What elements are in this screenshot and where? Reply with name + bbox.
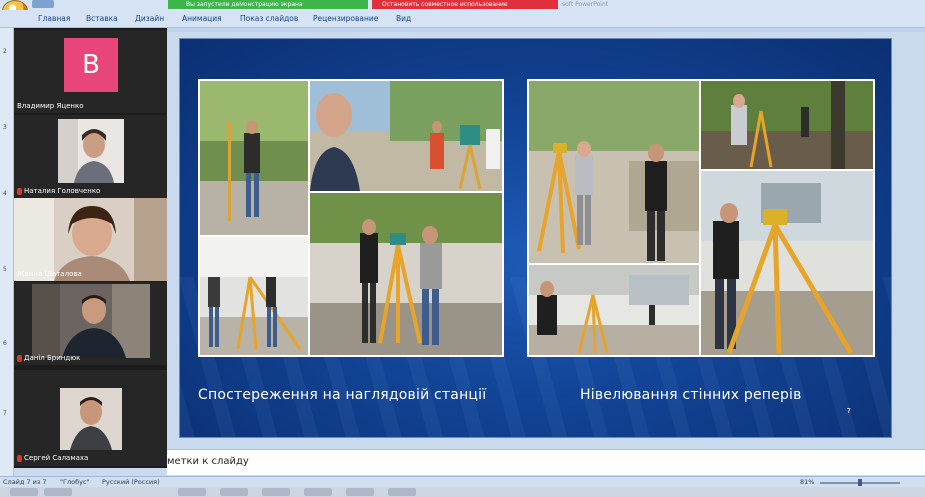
taskbar-button[interactable] (44, 488, 72, 496)
thumb-number: 6 (3, 340, 7, 347)
participant-name-text: Сергей Саламаха (24, 454, 89, 462)
video-call-panel: В Владимир Яценко Наталия Головченко Жан… (14, 28, 167, 468)
photo (529, 265, 699, 355)
thumb-number: 3 (3, 124, 7, 131)
participant-name-text: Владимир Яценко (17, 102, 84, 110)
tab-review[interactable]: Рецензирование (313, 14, 378, 23)
photo (529, 81, 699, 263)
participant-name-text: Даніл Бриндюк (24, 354, 81, 362)
quick-access-toolbar[interactable] (32, 0, 54, 8)
mic-muted-icon (17, 454, 22, 462)
stop-sharing-label: Остановить совместное использование (382, 1, 508, 8)
taskbar-button[interactable] (346, 488, 374, 496)
taskbar-button[interactable] (262, 488, 290, 496)
participant-name: Даніл Бриндюк (17, 354, 80, 362)
thumb-number: 5 (3, 266, 7, 273)
tab-animation[interactable]: Анимация (182, 14, 222, 23)
caption-right: Нівелювання стінних реперів (580, 387, 802, 403)
participant-video (58, 119, 124, 183)
taskbar-button[interactable] (220, 488, 248, 496)
theme-name: "Глобус" (60, 478, 90, 486)
tab-design[interactable]: Дизайн (135, 14, 164, 23)
mic-muted-icon (17, 354, 22, 362)
slide-thumbnails-panel[interactable]: 2 3 4 5 6 7 (0, 28, 14, 476)
notes-pane[interactable]: метки к слайду (167, 449, 925, 475)
photo (310, 193, 502, 355)
photo (200, 81, 308, 235)
tab-slideshow[interactable]: Показ слайдов (240, 14, 298, 23)
participant-name: Жанна Шаталова (17, 270, 82, 278)
ribbon-tabs: Главная Вставка Дизайн Анимация Показ сл… (0, 10, 925, 28)
thumb-number: 2 (3, 48, 7, 55)
tab-home[interactable]: Главная (38, 14, 70, 23)
language-indicator[interactable]: Русский (Россия) (102, 478, 160, 486)
participant-video (14, 198, 167, 281)
participant-name-text: Жанна Шаталова (17, 270, 82, 278)
taskbar-button[interactable] (178, 488, 206, 496)
zoom-level[interactable]: 81% (800, 478, 814, 486)
participant-tile[interactable]: Наталия Головченко (14, 115, 167, 198)
mic-muted-icon (17, 187, 22, 195)
photo-collage-left[interactable] (198, 79, 504, 357)
taskbar-button[interactable] (388, 488, 416, 496)
participant-video (60, 388, 122, 450)
thumb-number: 7 (3, 410, 7, 417)
photo (701, 81, 873, 169)
participant-tile[interactable]: В Владимир Яценко (14, 30, 167, 113)
caption-left: Спостереження на наглядовій станції (198, 387, 487, 403)
slide-counter: Слайд 7 из 7 (3, 478, 47, 486)
window-title: soft PowerPoint (562, 1, 609, 8)
photo (200, 237, 308, 355)
avatar-letter: В (82, 50, 100, 80)
participant-name: Сергей Саламаха (17, 454, 88, 462)
photo-collage-right[interactable] (527, 79, 875, 357)
stop-sharing-button[interactable]: Остановить совместное использование (372, 0, 558, 9)
status-bar: Слайд 7 из 7 "Глобус" Русский (Россия) 8… (0, 476, 925, 487)
slide-canvas[interactable]: Спостереження на наглядовій станції Ніве… (179, 38, 892, 438)
taskbar (0, 487, 925, 497)
avatar: В (64, 38, 118, 92)
participant-tile[interactable]: Даніл Бриндюк (14, 282, 167, 365)
tab-view[interactable]: Вид (396, 14, 411, 23)
participant-name: Владимир Яценко (17, 102, 83, 110)
participant-name-text: Наталия Головченко (24, 187, 101, 195)
powerpoint-window: Вы запустили демонстрацию экрана Останов… (0, 0, 925, 497)
slide-number: 7 (846, 407, 851, 415)
screen-share-status-bar: Вы запустили демонстрацию экрана (168, 0, 368, 9)
thumb-number: 4 (3, 190, 7, 197)
participant-tile[interactable]: Жанна Шаталова (14, 198, 167, 281)
photo (310, 81, 502, 191)
zoom-slider-handle[interactable] (858, 479, 862, 486)
tab-insert[interactable]: Вставка (86, 14, 118, 23)
notes-placeholder: метки к слайду (167, 456, 249, 467)
taskbar-button[interactable] (304, 488, 332, 496)
share-status-text: Вы запустили демонстрацию экрана (186, 1, 303, 8)
participant-video (32, 284, 150, 358)
taskbar-button[interactable] (10, 488, 38, 496)
participant-name: Наталия Головченко (17, 187, 100, 195)
photo (701, 171, 873, 355)
participant-tile[interactable]: Сергей Саламаха (14, 370, 167, 466)
